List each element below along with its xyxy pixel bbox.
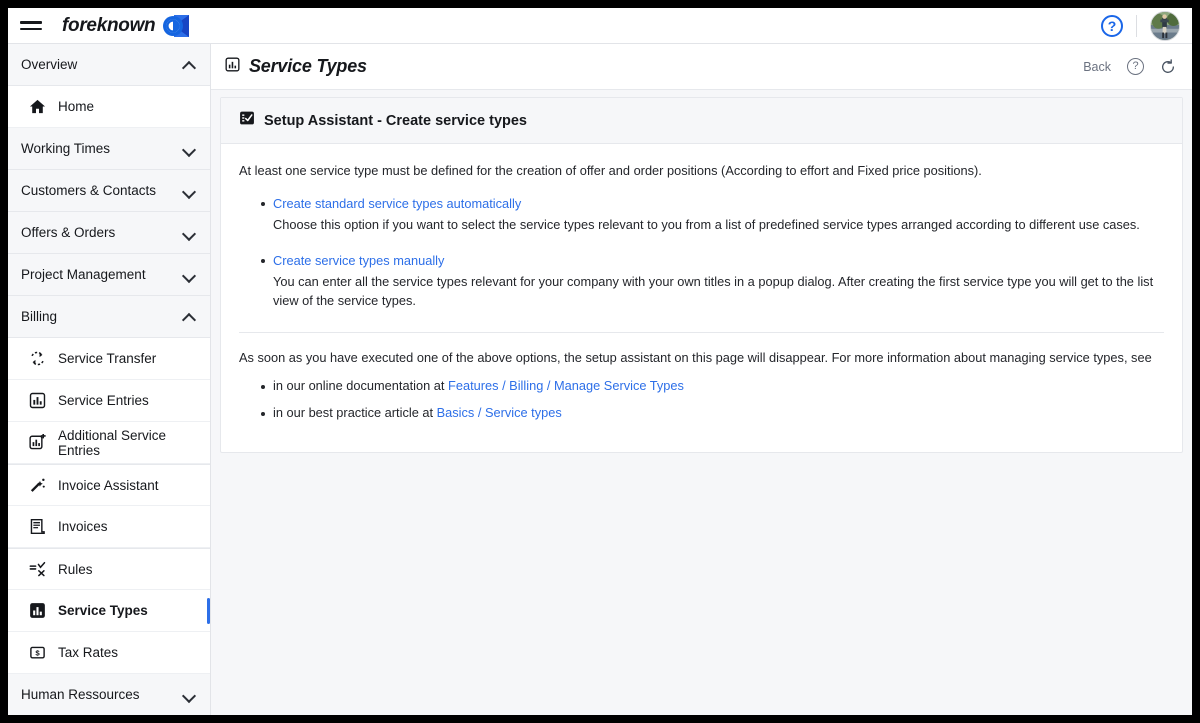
service-types-icon: [225, 56, 240, 77]
hamburger-menu-icon[interactable]: [18, 15, 44, 37]
help-circle-icon[interactable]: ?: [1127, 58, 1144, 75]
top-navigation-bar: foreknown ?: [8, 8, 1192, 44]
svg-text:$: $: [35, 649, 40, 658]
sidebar-group-label: Offers & Orders: [21, 225, 116, 240]
list-item: Create service types manually You can en…: [239, 252, 1164, 310]
home-icon: [28, 98, 46, 116]
sidebar-group-label: Human Ressources: [21, 687, 140, 702]
page-title-group: Service Types: [225, 56, 367, 77]
brand-name: foreknown: [62, 14, 156, 36]
toolbar-divider: [1136, 14, 1137, 37]
rules-icon: [28, 560, 46, 578]
service-entries-icon: [28, 392, 46, 410]
sidebar-item-label: Invoices: [58, 519, 108, 534]
sidebar-item-invoice-assistant[interactable]: Invoice Assistant: [8, 464, 210, 506]
brand-logo[interactable]: foreknown: [62, 14, 190, 38]
card-title: Setup Assistant - Create service types: [264, 112, 527, 129]
sidebar-item-tax-rates[interactable]: $ Tax Rates: [8, 632, 210, 674]
app-body: Overview Home Working Times Customers & …: [8, 44, 1192, 715]
chevron-up-icon: [183, 310, 196, 323]
sidebar-item-label: Invoice Assistant: [58, 477, 159, 493]
hamburger-line: [20, 20, 42, 24]
invoices-icon: [28, 518, 46, 536]
back-button[interactable]: Back: [1083, 60, 1111, 74]
list-item: Create standard service types automatica…: [239, 195, 1164, 234]
page-title: Service Types: [249, 56, 367, 76]
sidebar-navigation: Overview Home Working Times Customers & …: [8, 44, 211, 715]
card-header: Setup Assistant - Create service types: [221, 98, 1182, 144]
help-circle-icon[interactable]: ?: [1101, 14, 1123, 37]
sidebar-group-label: Billing: [21, 309, 58, 324]
sidebar-group-working-times[interactable]: Working Times: [8, 128, 210, 170]
hamburger-line: [20, 27, 42, 31]
intro-text: At least one service type must be define…: [239, 163, 982, 178]
best-practice-link[interactable]: Basics / Service types: [437, 405, 562, 420]
sidebar-item-label: Service Entries: [58, 393, 149, 408]
sidebar-group-label: Project Management: [21, 267, 146, 282]
documentation-link[interactable]: Features / Billing / Manage Service Type…: [448, 378, 684, 393]
avatar[interactable]: [1150, 10, 1180, 41]
sidebar-item-label: Tax Rates: [58, 645, 119, 660]
sidebar-item-rules[interactable]: Rules: [8, 548, 210, 590]
sidebar-item-label: Rules: [58, 561, 93, 577]
additional-service-entries-icon: [28, 434, 46, 452]
sidebar-group-customers-contacts[interactable]: Customers & Contacts: [8, 170, 210, 212]
sidebar-item-label: Service Types: [58, 603, 148, 618]
chevron-down-icon: [183, 688, 196, 701]
footer-intro-text: As soon as you have executed one of the …: [239, 350, 1152, 366]
foreknown-logo-icon: [162, 14, 190, 38]
main-content-area: Service Types Back ? Setup Assistant - C…: [211, 44, 1192, 715]
app-window: foreknown ? Overview Home Working Times …: [8, 8, 1192, 715]
invoice-assistant-wand-icon: [28, 476, 46, 494]
tax-rates-icon: $: [28, 644, 46, 662]
active-indicator: [206, 598, 210, 624]
sidebar-item-service-entries[interactable]: Service Entries: [8, 380, 210, 422]
page-content: Setup Assistant - Create service types A…: [211, 90, 1192, 715]
chevron-down-icon: [183, 184, 196, 197]
reference-prefix: in our online documentation at: [273, 377, 449, 393]
chevron-down-icon: [183, 142, 196, 155]
sidebar-item-label: Service Transfer: [58, 351, 157, 366]
sidebar-item-invoices[interactable]: Invoices: [8, 506, 210, 548]
card-body: At least one service type must be define…: [221, 144, 1182, 452]
list-item: in our best practice article at Basics /…: [239, 405, 1164, 420]
sidebar-item-label: Additional Service Entries: [58, 427, 167, 458]
sidebar-group-label: Working Times: [21, 141, 111, 156]
option-description: Choose this option if you want to select…: [273, 216, 1140, 232]
chevron-down-icon: [183, 268, 196, 281]
create-service-types-manually-link[interactable]: Create service types manually: [273, 253, 444, 268]
sidebar-item-home[interactable]: Home: [8, 86, 210, 128]
sidebar-item-additional-service-entries[interactable]: Additional Service Entries: [8, 422, 210, 464]
divider: [239, 332, 1164, 334]
sidebar-group-label: Overview: [21, 57, 78, 72]
sidebar-group-offers-orders[interactable]: Offers & Orders: [8, 212, 210, 254]
list-item: in our online documentation at Features …: [239, 378, 1164, 393]
sidebar-group-human-ressources[interactable]: Human Ressources: [8, 674, 210, 715]
chevron-down-icon: [183, 226, 196, 239]
sidebar-item-label: Home: [58, 99, 95, 114]
service-types-icon: [28, 602, 46, 620]
service-transfer-icon: [28, 350, 46, 368]
sidebar-item-service-transfer[interactable]: Service Transfer: [8, 338, 210, 380]
sidebar-group-overview[interactable]: Overview: [8, 44, 210, 86]
checklist-task-icon: [239, 110, 255, 131]
sidebar-group-label: Customers & Contacts: [21, 183, 157, 198]
page-header-actions: Back ?: [1083, 58, 1176, 75]
page-header: Service Types Back ?: [211, 44, 1192, 90]
option-description: You can enter all the service types rele…: [273, 273, 1154, 308]
reference-prefix: in our best practice article at: [273, 404, 437, 420]
top-bar-actions: ?: [1101, 10, 1180, 41]
sidebar-group-billing[interactable]: Billing: [8, 296, 210, 338]
sidebar-group-project-management[interactable]: Project Management: [8, 254, 210, 296]
sidebar-item-service-types[interactable]: Service Types: [8, 590, 210, 632]
create-standard-service-types-link[interactable]: Create standard service types automatica…: [273, 196, 521, 211]
setup-assistant-card: Setup Assistant - Create service types A…: [220, 97, 1183, 453]
chevron-up-icon: [183, 58, 196, 71]
refresh-icon[interactable]: [1160, 58, 1176, 75]
reference-list: in our online documentation at Features …: [239, 378, 1164, 420]
option-list: Create standard service types automatica…: [239, 195, 1164, 311]
